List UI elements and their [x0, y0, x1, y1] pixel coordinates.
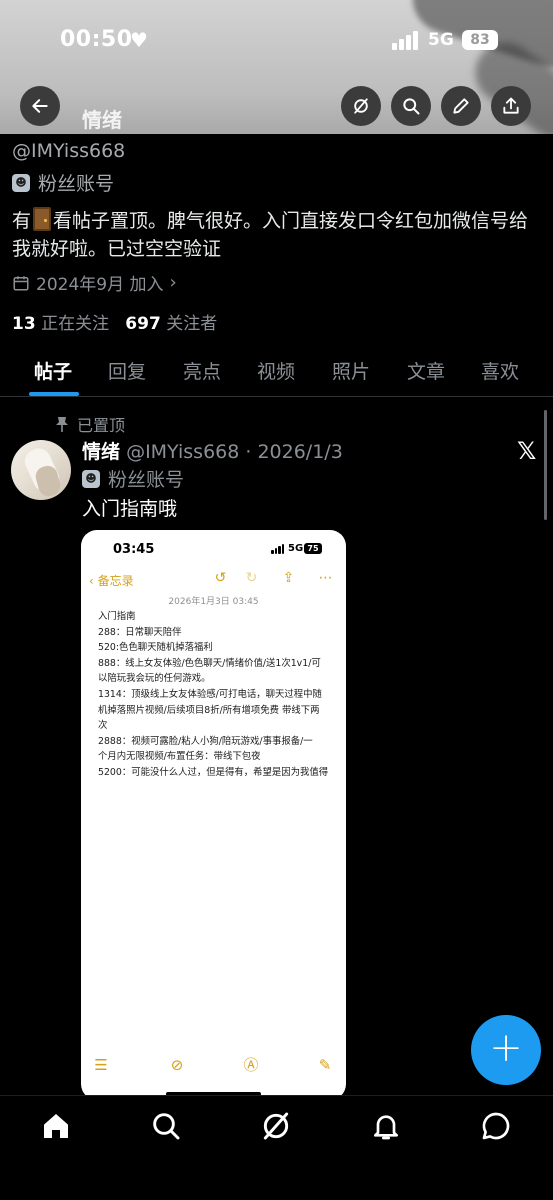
bio-text-start: 有	[12, 210, 32, 232]
note-line: 次	[98, 720, 108, 732]
mask-icon: ☻	[12, 173, 30, 192]
note-line: 888：线上女友体验/色色聊天/情绪价值/送1次1v1/可	[98, 657, 321, 669]
edit-button[interactable]	[441, 86, 481, 126]
note-status-time: 03:45	[113, 542, 155, 557]
joined-date[interactable]: 2024年9月 加入 ›	[12, 270, 177, 295]
notifications-bell-icon[interactable]	[370, 1110, 402, 1142]
note-line: 5200：可能没什么人过，但是得有，希望是因为我值得	[98, 766, 329, 778]
following-label: 正在关注	[41, 314, 110, 334]
fan-account-badge: ☻ 粉丝账号	[12, 169, 114, 196]
signal-icon	[392, 30, 420, 50]
note-line: 2888：视频可露脸/粘人小狗/陪玩游戏/事事报备/一	[98, 735, 313, 747]
pin-icon	[56, 417, 68, 432]
following-count: 13	[12, 314, 36, 334]
followers-count: 697	[125, 314, 161, 334]
note-back-label: 备忘录	[97, 574, 134, 588]
note-date: 2026年1月3日 03:45	[168, 597, 259, 607]
bio-text-rest: 看帖子置顶。脾气很好。入门直接发口令红包加微信号给我就好啦。已过空空验证	[12, 210, 529, 260]
note-signal-icon	[271, 544, 285, 554]
tab-videos[interactable]: 视频	[257, 357, 295, 384]
scrollbar[interactable]	[544, 410, 547, 520]
search-icon	[403, 98, 420, 115]
messages-icon[interactable]	[480, 1110, 512, 1142]
chevron-right-icon: ›	[169, 272, 177, 293]
post-header: 情绪 @IMYiss668 · 2026/1/3	[82, 437, 343, 464]
note-line: 以陪玩我会玩的任何游戏。	[98, 673, 211, 685]
search-button[interactable]	[391, 86, 431, 126]
note-line: 1314：顶级线上女友体验感/可打电话，聊天过程中随	[98, 688, 322, 700]
note-network: 5G	[288, 543, 304, 554]
pinned-text: 已置顶	[77, 416, 126, 435]
x-logo-icon: 𝕏	[517, 437, 537, 465]
checklist-icon: ☰	[94, 1056, 108, 1074]
avatar[interactable]	[11, 440, 71, 500]
attachment-icon: ⊘	[170, 1056, 184, 1074]
joined-date-text: 2024年9月 加入	[36, 275, 164, 295]
post-image[interactable]: 03:45 5G 75 ‹ 备忘录 ↺ ↻ ⇪ ⋯ 2026年1月3日 03:4…	[81, 530, 346, 1100]
redo-icon: ↻	[245, 570, 258, 586]
tab-highlights[interactable]: 亮点	[183, 357, 221, 384]
note-line: 个月内无限视频/布置任务：带线下包夜	[98, 751, 261, 763]
grok-button[interactable]	[341, 86, 381, 126]
status-time: 00:50	[60, 27, 133, 52]
active-tab-indicator	[29, 392, 79, 396]
post-fan-badge: ☻ 粉丝账号	[82, 465, 184, 492]
header-title: 情绪	[82, 108, 122, 132]
profile-header-banner: 00:50 ♥ 5G 83 情绪	[0, 0, 553, 134]
tab-replies[interactable]: 回复	[108, 357, 146, 384]
note-line: 入门指南	[98, 611, 136, 622]
post-author-name[interactable]: 情绪	[82, 441, 120, 463]
follow-stats: 13 正在关注 697 关注者	[12, 309, 217, 334]
battery-indicator: 83	[462, 30, 498, 50]
tab-likes[interactable]: 喜欢	[481, 357, 519, 384]
share-icon	[503, 97, 519, 114]
heart-icon: ♥	[130, 28, 148, 52]
door-emoji-icon	[33, 207, 52, 231]
note-body: 入门指南 288：日常聊天陪伴 520:色色聊天随机掉落福利 888：线上女友体…	[98, 609, 334, 781]
bottom-navigation	[0, 1095, 553, 1200]
grok-icon	[354, 98, 368, 114]
post-text: 入门指南哦	[82, 498, 178, 520]
note-back-link: ‹ 备忘录	[89, 574, 134, 588]
compose-icon: ✎	[318, 1056, 332, 1074]
following-link[interactable]: 13 正在关注	[12, 314, 109, 334]
compose-post-button[interactable]: +	[471, 1015, 541, 1085]
share-button[interactable]	[491, 86, 531, 126]
note-line: 机掉落照片视频/后续项目8折/所有增项免费 带线下两	[98, 704, 320, 716]
pinned-label: 已置顶	[55, 412, 125, 436]
post-handle-date: @IMYiss668 · 2026/1/3	[126, 441, 343, 463]
mask-icon: ☻	[82, 469, 100, 488]
profile-bio: 有看帖子置顶。脾气很好。入门直接发口令红包加微信号给我就好啦。已过空空验证	[12, 207, 542, 263]
followers-label: 关注者	[166, 314, 218, 334]
calendar-icon	[13, 275, 29, 290]
tab-posts[interactable]: 帖子	[34, 357, 72, 384]
markup-icon: Ⓐ	[243, 1056, 259, 1074]
pencil-icon	[453, 98, 469, 114]
tab-articles[interactable]: 文章	[407, 357, 445, 384]
share-icon: ⇪	[282, 570, 295, 586]
more-icon: ⋯	[318, 570, 333, 586]
back-button[interactable]	[20, 86, 60, 126]
note-line: 520:色色聊天随机掉落福利	[98, 642, 213, 654]
explore-search-icon[interactable]	[150, 1110, 182, 1142]
grok-icon[interactable]	[260, 1110, 292, 1142]
home-icon[interactable]	[40, 1110, 72, 1142]
note-battery: 75	[304, 543, 322, 554]
followers-link[interactable]: 697 关注者	[125, 314, 217, 334]
profile-handle: @IMYiss668	[12, 140, 126, 162]
tab-photos[interactable]: 照片	[332, 357, 370, 384]
note-line: 288：日常聊天陪伴	[98, 626, 182, 638]
arrow-left-icon	[32, 99, 48, 113]
profile-tabs: 帖子 回复 亮点 视频 照片 文章 喜欢	[0, 345, 553, 397]
post-fan-label: 粉丝账号	[108, 469, 185, 491]
undo-icon: ↺	[214, 570, 227, 586]
network-type: 5G	[428, 30, 454, 50]
fan-account-label: 粉丝账号	[38, 173, 115, 195]
